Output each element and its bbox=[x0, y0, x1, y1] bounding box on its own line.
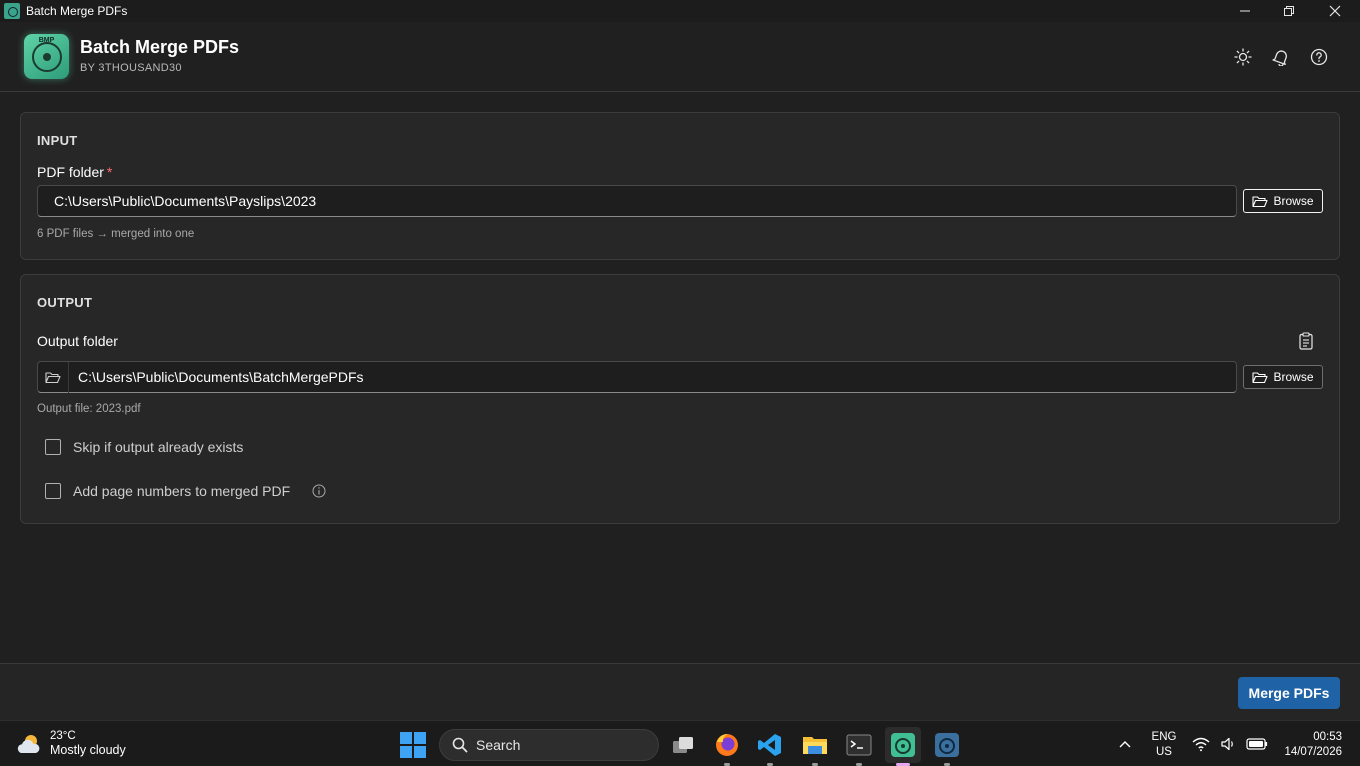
terminal-icon bbox=[846, 734, 872, 756]
page-numbers-label: Add page numbers to merged PDF bbox=[73, 483, 291, 499]
taskbar-vscode[interactable] bbox=[752, 727, 788, 766]
output-file-hint: Output file: 2023.pdf bbox=[37, 403, 141, 415]
windows-logo-tile bbox=[400, 732, 412, 744]
weather-condition: Mostly cloudy bbox=[50, 743, 126, 757]
output-folder-value: C:\Users\Public\Documents\BatchMergePDFs bbox=[78, 369, 364, 385]
output-panel: OUTPUT Output folder C:\Users\Public\Doc… bbox=[20, 274, 1340, 524]
theme-toggle-button[interactable] bbox=[1232, 46, 1254, 68]
vscode-icon bbox=[758, 734, 781, 756]
minimize-button[interactable] bbox=[1222, 0, 1268, 22]
search-icon bbox=[452, 737, 468, 753]
app-icon bbox=[935, 733, 959, 757]
start-button[interactable] bbox=[400, 732, 426, 758]
logo-wheel-icon bbox=[31, 41, 62, 72]
output-folder-browse-button[interactable]: Browse bbox=[1243, 365, 1323, 389]
task-view-icon bbox=[673, 737, 693, 753]
taskbar-firefox[interactable] bbox=[709, 727, 745, 766]
skip-existing-checkbox[interactable] bbox=[45, 439, 61, 455]
help-icon bbox=[1310, 48, 1328, 66]
battery-icon bbox=[1246, 738, 1268, 750]
clipboard-icon bbox=[1299, 332, 1313, 350]
merge-pdfs-button[interactable]: Merge PDFs bbox=[1238, 677, 1340, 709]
pdf-count-hint: 6 PDF files → merged into one bbox=[37, 228, 195, 240]
pdf-folder-browse-button[interactable]: Browse bbox=[1243, 189, 1323, 213]
required-marker: * bbox=[106, 164, 113, 180]
task-view-button[interactable] bbox=[665, 727, 701, 763]
output-section-title: OUTPUT bbox=[37, 295, 93, 310]
action-footer: Merge PDFs bbox=[0, 663, 1360, 720]
language-secondary: US bbox=[1156, 746, 1172, 758]
taskbar-app[interactable] bbox=[929, 727, 965, 766]
windows-logo-tile bbox=[414, 746, 426, 758]
weather-temp: 23°C bbox=[50, 730, 76, 742]
folder-open-icon bbox=[1252, 371, 1269, 383]
pdf-folder-label: PDF folder * bbox=[37, 164, 112, 180]
app-name: Batch Merge PDFs bbox=[80, 37, 240, 57]
help-button[interactable] bbox=[1308, 46, 1330, 68]
language-primary: ENG bbox=[1151, 731, 1177, 743]
chevron-up-icon[interactable] bbox=[1117, 736, 1133, 752]
pdf-folder-input[interactable]: C:\Users\Public\Documents\Payslips\2023 bbox=[37, 185, 1237, 217]
page-numbers-checkbox[interactable] bbox=[45, 483, 61, 499]
windows-logo-tile bbox=[414, 732, 426, 744]
clock[interactable]: 00:53 14/07/2026 bbox=[1272, 730, 1342, 760]
clock-date: 14/07/2026 bbox=[1284, 746, 1342, 758]
input-panel: INPUT PDF folder * C:\Users\Public\Docume… bbox=[20, 112, 1340, 260]
sun-icon bbox=[1234, 48, 1252, 66]
browse-label: Browse bbox=[1273, 194, 1314, 208]
search-placeholder: Search bbox=[476, 737, 521, 753]
info-icon[interactable] bbox=[312, 484, 326, 498]
weather-widget[interactable]: 23°C Mostly cloudy bbox=[16, 729, 126, 758]
taskbar-search[interactable]: Search bbox=[439, 729, 659, 761]
file-explorer-icon bbox=[803, 737, 827, 754]
clipboard-button[interactable] bbox=[1297, 331, 1315, 351]
windows-logo-tile bbox=[400, 746, 412, 758]
browse-label: Browse bbox=[1273, 370, 1314, 384]
wifi-icon bbox=[1192, 737, 1210, 752]
output-folder-input[interactable]: C:\Users\Public\Documents\BatchMergePDFs bbox=[37, 361, 1237, 393]
page-numbers-option[interactable]: Add page numbers to merged PDF bbox=[45, 483, 326, 499]
language-indicator[interactable]: ENG US bbox=[1150, 730, 1178, 760]
close-button[interactable] bbox=[1312, 0, 1358, 22]
taskbar-file-explorer[interactable] bbox=[797, 727, 833, 766]
taskbar: 23°C Mostly cloudy Search ENG US 00:53 1… bbox=[0, 720, 1360, 766]
restore-icon bbox=[1284, 6, 1294, 16]
maximize-button[interactable] bbox=[1266, 0, 1312, 22]
app-subtitle: BY 3THOUSAND30 bbox=[80, 62, 182, 74]
app-header: BMP Batch Merge PDFs BY 3THOUSAND30 bbox=[0, 22, 1360, 92]
folder-icon bbox=[38, 362, 69, 393]
pdf-folder-value: C:\Users\Public\Documents\Payslips\2023 bbox=[54, 193, 317, 209]
taskbar-terminal[interactable] bbox=[841, 727, 877, 766]
output-folder-label: Output folder bbox=[37, 333, 118, 349]
partly-cloudy-icon bbox=[17, 734, 40, 753]
window-title: Batch Merge PDFs bbox=[26, 4, 128, 18]
pdf-folder-label-text: PDF folder bbox=[37, 164, 104, 180]
minimize-icon bbox=[1240, 10, 1250, 12]
notifications-button[interactable] bbox=[1270, 46, 1292, 68]
app-logo: BMP bbox=[24, 34, 69, 79]
app-icon bbox=[4, 3, 20, 19]
folder-open-icon bbox=[1252, 195, 1269, 207]
skip-existing-option[interactable]: Skip if output already exists bbox=[45, 439, 243, 455]
system-tray[interactable] bbox=[1192, 736, 1268, 752]
input-section-title: INPUT bbox=[37, 133, 78, 148]
skip-existing-label: Skip if output already exists bbox=[73, 439, 244, 455]
close-icon bbox=[1329, 5, 1341, 17]
title-bar: Batch Merge PDFs bbox=[0, 0, 1360, 22]
batch-merge-pdfs-icon bbox=[891, 733, 915, 757]
taskbar-batch-merge-pdfs[interactable] bbox=[885, 727, 921, 766]
bell-icon bbox=[1272, 50, 1287, 66]
clock-time: 00:53 bbox=[1313, 731, 1342, 743]
firefox-icon bbox=[716, 734, 738, 756]
volume-icon bbox=[1221, 737, 1233, 751]
